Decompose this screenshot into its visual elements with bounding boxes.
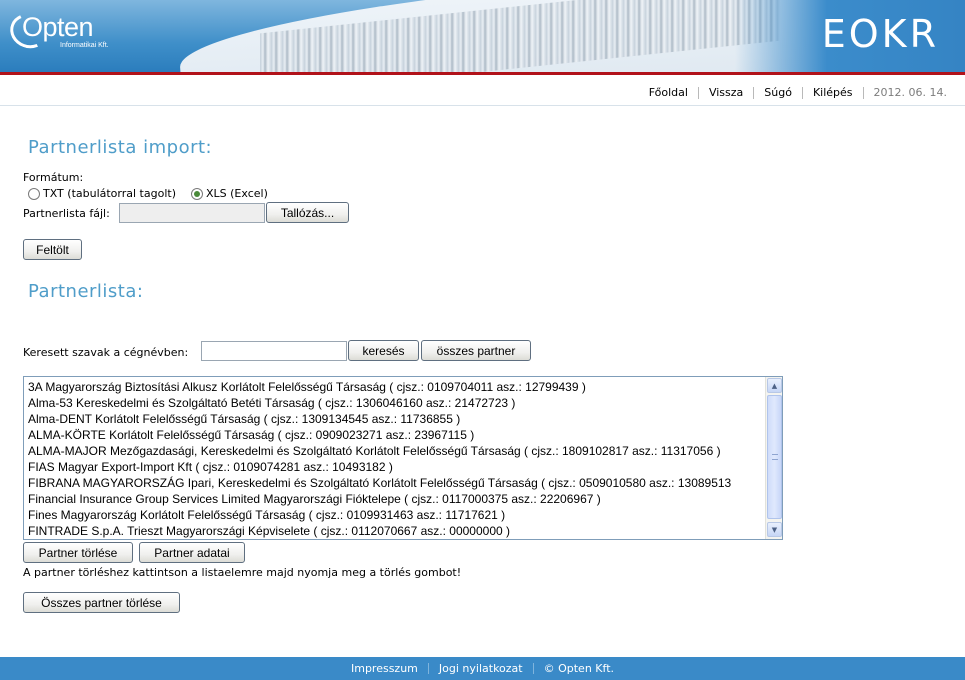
footer: Impresszum Jogi nyilatkozat © Opten Kft. — [0, 657, 965, 680]
partner-list-item[interactable]: Alma-DENT Korlátolt Felelősségű Társaság… — [28, 411, 766, 427]
scroll-down-arrow-icon[interactable]: ▼ — [767, 522, 782, 537]
partner-details-button[interactable]: Partner adatai — [139, 542, 245, 563]
opten-logo[interactable]: Opten Informatikai Kft. — [5, 8, 140, 54]
search-label: Keresett szavak a cégnévben: — [23, 346, 189, 359]
partner-list-item[interactable]: 3A Magyarország Biztosítási Alkusz Korlá… — [28, 379, 766, 395]
partner-list-item[interactable]: ALMA-MAJOR Mezőgazdasági, Kereskedelmi é… — [28, 443, 766, 459]
partner-list-item[interactable]: Alma-53 Kereskedelmi és Szolgáltató Beté… — [28, 395, 766, 411]
delete-all-partners-button[interactable]: Összes partner törlése — [23, 592, 180, 613]
delete-partner-button[interactable]: Partner törlése — [23, 542, 133, 563]
nav-back-link[interactable]: Vissza — [697, 87, 753, 99]
radio-txt-icon[interactable] — [28, 187, 40, 200]
nav-help-link[interactable]: Súgó — [753, 87, 802, 99]
browse-button[interactable]: Tallózás... — [266, 202, 349, 223]
nav-logout-link[interactable]: Kilépés — [801, 87, 863, 99]
partner-list-item[interactable]: Fines Magyarország Korlátolt Felelősségű… — [28, 507, 766, 523]
format-label: Formátum: — [23, 171, 84, 184]
import-section-title: Partnerlista import: — [28, 137, 213, 158]
delete-hint-text: A partner törléshez kattintson a listael… — [23, 566, 462, 579]
upload-button[interactable]: Feltölt — [23, 239, 82, 260]
partner-list-item[interactable]: FINTRADE S.p.A. Trieszt Magyarországi Ké… — [28, 523, 766, 539]
partner-list-item[interactable]: FIBRANA MAGYARORSZÁG Ipari, Kereskedelmi… — [28, 475, 766, 491]
radio-xls-icon[interactable] — [191, 187, 203, 200]
logo-name: Opten — [22, 12, 94, 42]
file-label: Partnerlista fájl: — [23, 207, 110, 220]
search-button[interactable]: keresés — [348, 340, 419, 361]
partner-listbox[interactable]: 3A Magyarország Biztosítási Alkusz Korlá… — [23, 376, 783, 540]
partnerlist-section-title: Partnerlista: — [28, 281, 144, 302]
scroll-up-arrow-icon[interactable]: ▲ — [767, 378, 782, 393]
header-banner: Opten Informatikai Kft. EOKR — [0, 0, 965, 72]
radio-txt-option[interactable]: TXT (tabulátorral tagolt) — [28, 187, 176, 200]
footer-copyright: © Opten Kft. — [532, 663, 624, 674]
partner-list-item[interactable]: FIAS Magyar Export-Import Kft ( cjsz.: 0… — [28, 459, 766, 475]
nav-home-link[interactable]: Főoldal — [639, 87, 698, 99]
radio-xls-option[interactable]: XLS (Excel) — [191, 187, 268, 200]
current-date: 2012. 06. 14. — [862, 87, 957, 99]
radio-txt-label: TXT (tabulátorral tagolt) — [43, 187, 176, 200]
file-path-field[interactable] — [119, 203, 265, 223]
partner-list-item[interactable]: ALMA-KÖRTE Korlátolt Felelősségű Társasá… — [28, 427, 766, 443]
footer-legal-link[interactable]: Jogi nyilatkozat — [427, 663, 533, 674]
all-partners-button[interactable]: összes partner — [421, 340, 531, 361]
footer-impressum-link[interactable]: Impresszum — [341, 663, 428, 674]
listbox-scrollbar[interactable]: ▲ ▼ — [765, 377, 782, 539]
app-title: EOKR — [821, 12, 939, 56]
radio-xls-label: XLS (Excel) — [206, 187, 268, 200]
logo-subtitle: Informatikai Kft. — [60, 42, 109, 49]
search-input[interactable] — [201, 341, 347, 361]
partner-list-item[interactable]: Financial Insurance Group Services Limit… — [28, 491, 766, 507]
scroll-grip-icon — [772, 454, 778, 460]
top-navigation: Főoldal Vissza Súgó Kilépés 2012. 06. 14… — [0, 72, 965, 106]
scroll-thumb[interactable] — [767, 395, 782, 519]
